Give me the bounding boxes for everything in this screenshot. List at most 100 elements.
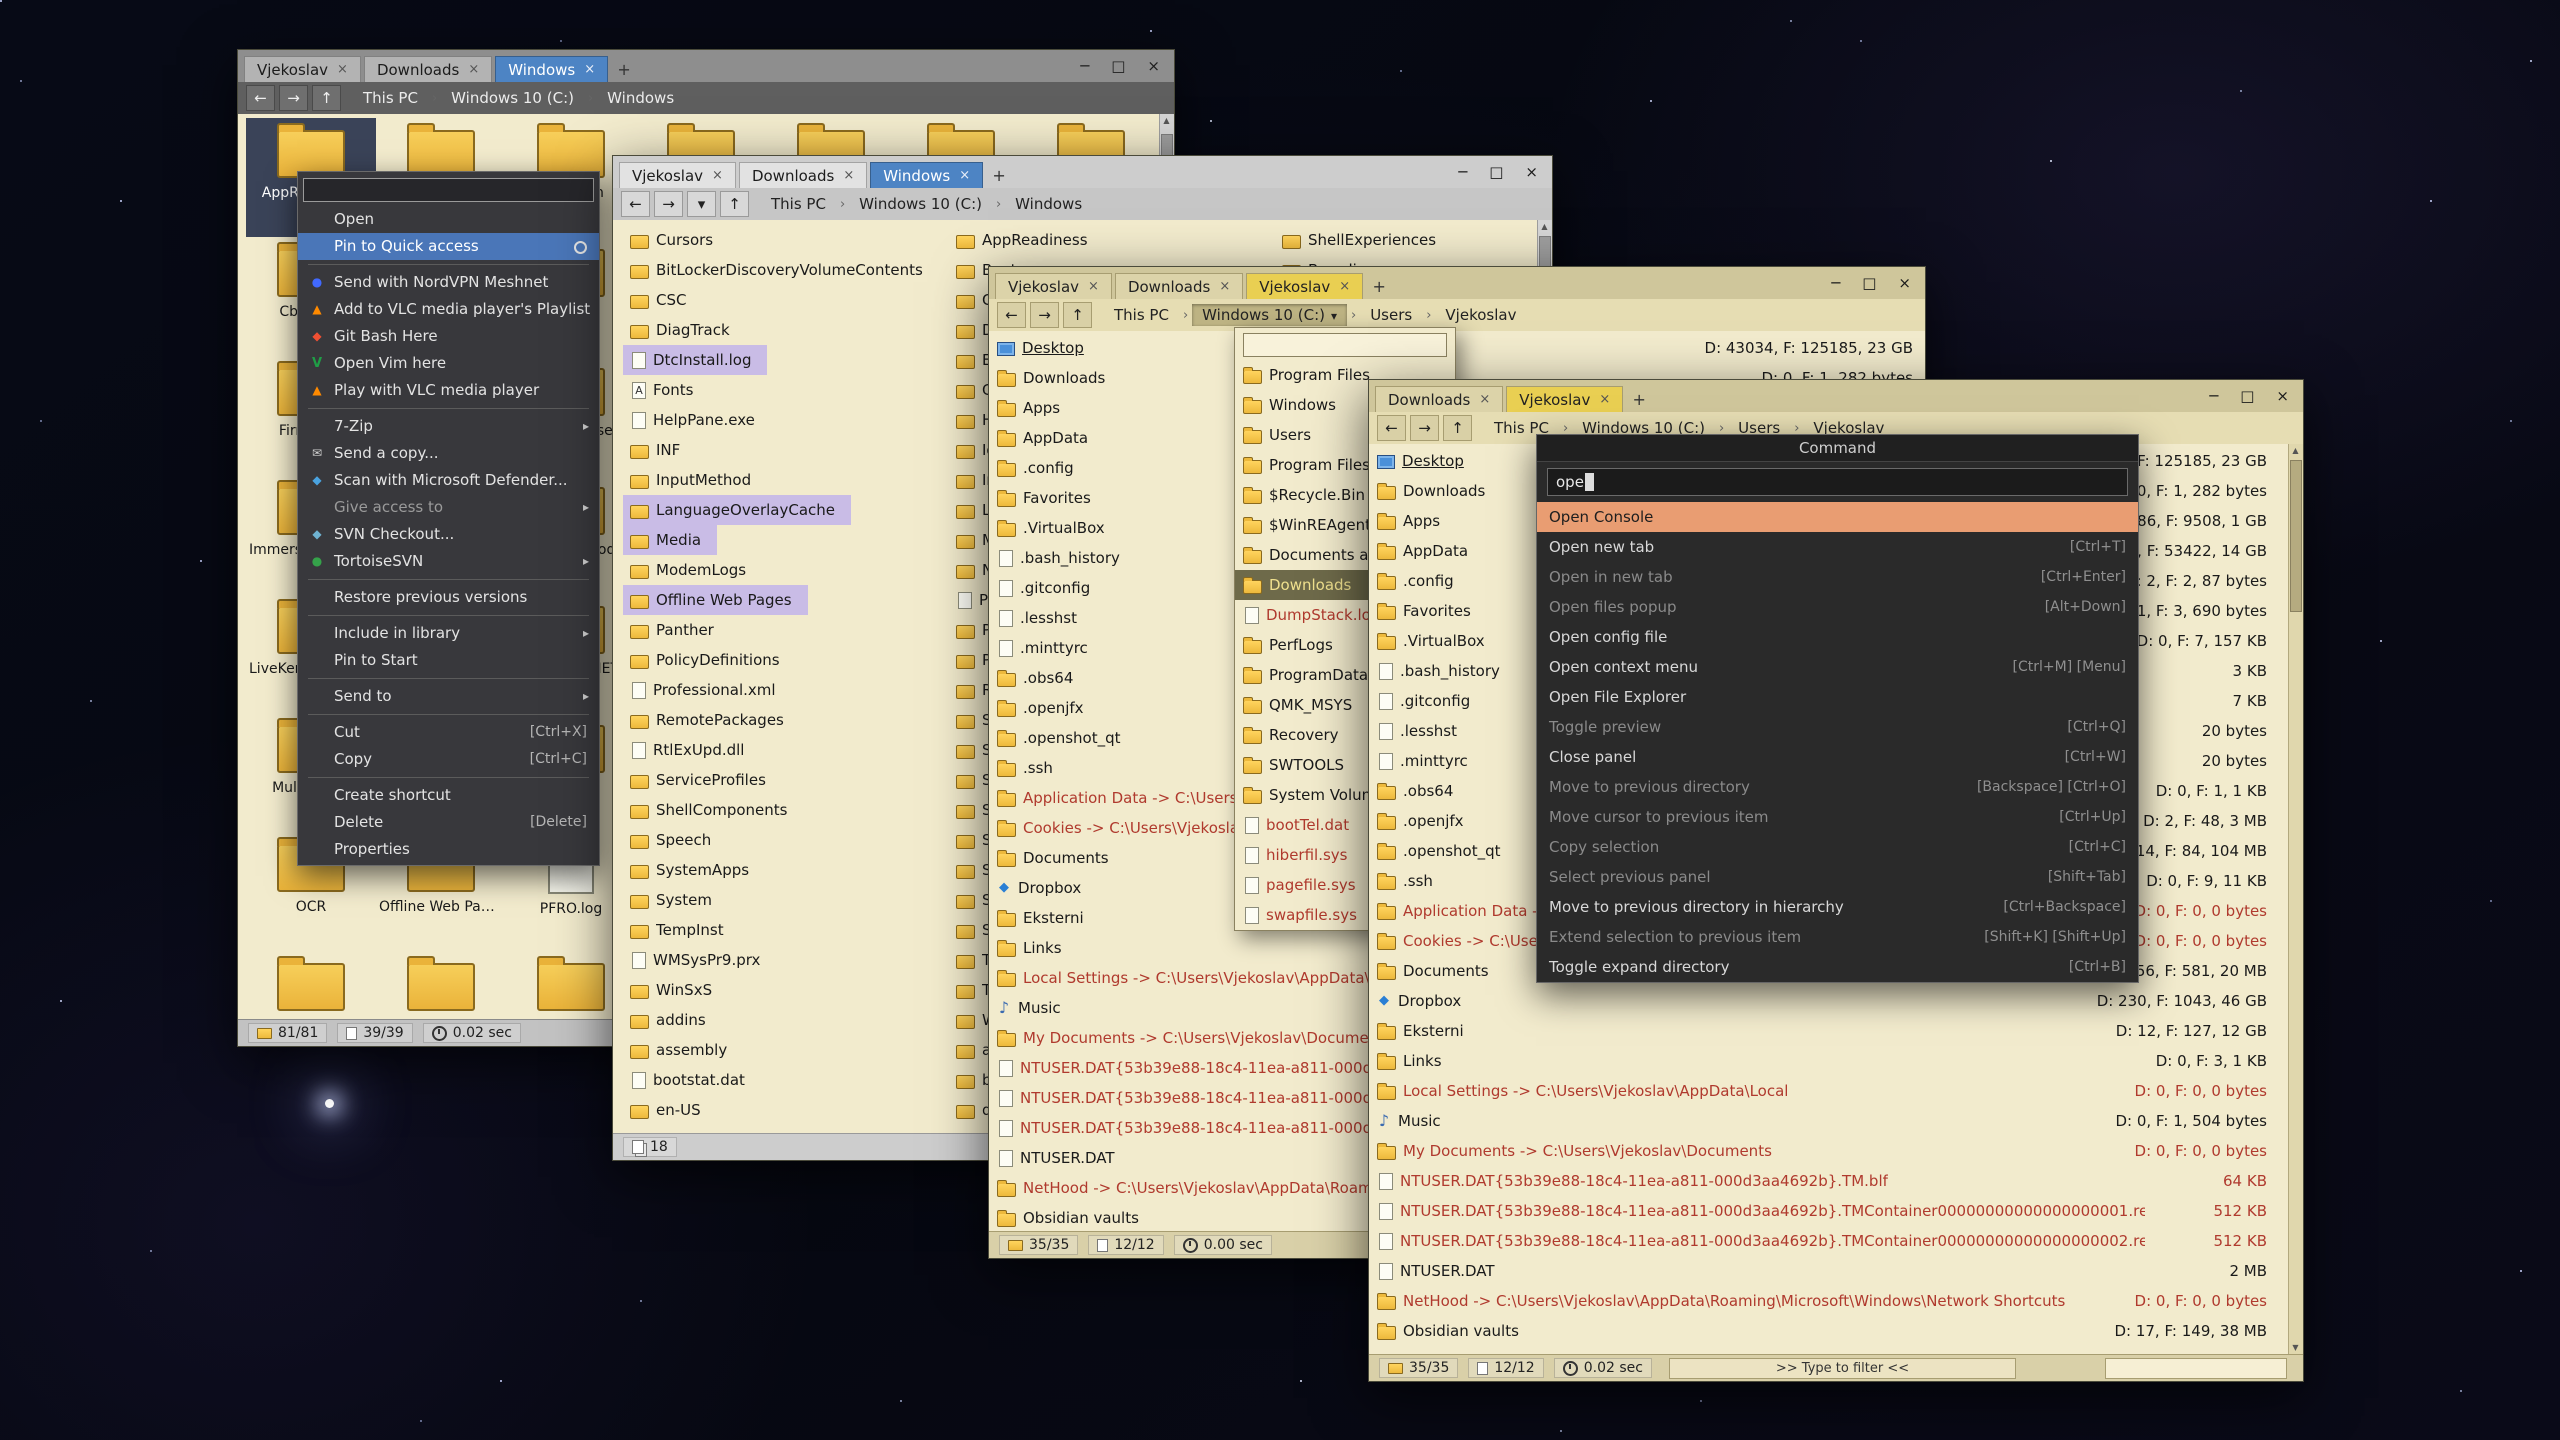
scroll-up-icon[interactable]: ▲: [1160, 114, 1173, 128]
context-menu-item-pin-to-start[interactable]: Pin to Start: [298, 647, 599, 674]
tab-close-icon[interactable]: ×: [1339, 279, 1350, 294]
tab-downloads[interactable]: Downloads×: [1115, 273, 1243, 299]
file-row-csc[interactable]: CSC: [623, 285, 945, 315]
maximize-button[interactable]: □: [1111, 57, 1125, 75]
file-row-tempinst[interactable]: TempInst: [623, 915, 945, 945]
context-menu-item-properties[interactable]: Properties: [298, 836, 599, 863]
file-row-nethood[interactable]: NetHood -> C:\Users\Vjekoslav\AppData\Ro…: [1369, 1286, 2303, 1316]
file-row-modemlogs[interactable]: ModemLogs: [623, 555, 945, 585]
context-menu-item-create-shortcut[interactable]: Create shortcut: [298, 782, 599, 809]
file-row-professional-xml[interactable]: Professional.xml: [623, 675, 945, 705]
file-row-obsidian-vaults[interactable]: Obsidian vaultsD: 17, F: 149, 38 MB: [1369, 1316, 2303, 1346]
command-item-move-to-previous-directory-in-hierarchy[interactable]: Move to previous directory in hierarchy[…: [1537, 892, 2138, 922]
command-item-open-files-popup[interactable]: Open files popup[Alt+Down]: [1537, 592, 2138, 622]
file-row-cursors[interactable]: Cursors: [623, 225, 945, 255]
command-item-close-panel[interactable]: Close panel[Ctrl+W]: [1537, 742, 2138, 772]
up-button[interactable]: ↑: [1063, 302, 1092, 328]
forward-button[interactable]: →: [1030, 302, 1059, 328]
back-button[interactable]: ←: [997, 302, 1026, 328]
status-input[interactable]: [2105, 1358, 2287, 1379]
command-item-open-new-tab[interactable]: Open new tab[Ctrl+T]: [1537, 532, 2138, 562]
rename-input[interactable]: [303, 178, 594, 202]
close-button[interactable]: ×: [2276, 387, 2289, 405]
forward-button[interactable]: →: [279, 85, 308, 111]
command-item-copy-selection[interactable]: Copy selection[Ctrl+C]: [1537, 832, 2138, 862]
file-row-winsxs[interactable]: WinSxS: [623, 975, 945, 1005]
tab-close-icon[interactable]: ×: [468, 62, 479, 77]
file-row-media[interactable]: Media: [623, 525, 717, 555]
breadcrumb-item-this-pc[interactable]: This PC: [761, 193, 836, 215]
grid-item-prefetch[interactable]: Prefetch: [376, 951, 506, 1019]
back-button[interactable]: ←: [246, 85, 275, 111]
command-item-toggle-expand-directory[interactable]: Toggle expand directory[Ctrl+B]: [1537, 952, 2138, 982]
file-row-ntuser-dat-53b39e88-18c4-11ea-a811-000d3[interactable]: NTUSER.DAT{53b39e88-18c4-11ea-a811-000d3…: [1369, 1166, 2303, 1196]
forward-button[interactable]: →: [654, 191, 683, 217]
maximize-button[interactable]: □: [1489, 163, 1503, 181]
file-row-shellcomponents[interactable]: ShellComponents: [623, 795, 945, 825]
file-row-ntuser-dat-53b39e88-18c4-11ea-a811-000d3[interactable]: NTUSER.DAT{53b39e88-18c4-11ea-a811-000d3…: [1369, 1196, 2303, 1226]
tab-close-icon[interactable]: ×: [843, 168, 854, 183]
up-button[interactable]: ↑: [720, 191, 749, 217]
tab-downloads[interactable]: Downloads×: [739, 162, 867, 188]
tab-vjekoslav[interactable]: Vjekoslav×: [1506, 386, 1623, 412]
breadcrumb-item-vjekoslav[interactable]: Vjekoslav: [1435, 304, 1526, 326]
new-tab-button[interactable]: +: [1366, 274, 1392, 299]
file-row-remotepackages[interactable]: RemotePackages: [623, 705, 945, 735]
file-row-links[interactable]: LinksD: 0, F: 3, 1 KB: [1369, 1046, 2303, 1076]
file-row-diagtrack[interactable]: DiagTrack: [623, 315, 945, 345]
tab-downloads[interactable]: Downloads×: [364, 56, 492, 82]
file-row-inf[interactable]: INF: [623, 435, 945, 465]
scroll-up-icon[interactable]: ▲: [2289, 444, 2302, 458]
breadcrumb-item-windows-10-c[interactable]: Windows 10 (C:): [441, 87, 584, 109]
tab-close-icon[interactable]: ×: [1599, 392, 1610, 407]
scroll-down-icon[interactable]: ▼: [2289, 1341, 2302, 1355]
file-row-ntuser-dat-53b39e88-18c4-11ea-a811-000d3[interactable]: NTUSER.DAT{53b39e88-18c4-11ea-a811-000d3…: [1369, 1226, 2303, 1256]
back-button[interactable]: ←: [1377, 415, 1406, 441]
new-tab-button[interactable]: +: [986, 163, 1012, 188]
dropdown-filter-input[interactable]: [1243, 333, 1447, 357]
context-menu-item-send-to[interactable]: Send to▸: [298, 683, 599, 710]
command-item-extend-selection-to-previous-item[interactable]: Extend selection to previous item[Shift+…: [1537, 922, 2138, 952]
file-row-systemapps[interactable]: SystemApps: [623, 855, 945, 885]
tab-close-icon[interactable]: ×: [712, 168, 723, 183]
tab-close-icon[interactable]: ×: [1088, 279, 1099, 294]
up-button[interactable]: ↑: [312, 85, 341, 111]
tab-close-icon[interactable]: ×: [337, 62, 348, 77]
tab-vjekoslav[interactable]: Vjekoslav×: [1246, 273, 1363, 299]
context-menu-item-copy[interactable]: Copy[Ctrl+C]: [298, 746, 599, 773]
file-row-panther[interactable]: Panther: [623, 615, 945, 645]
file-row-rtlexupd-dll[interactable]: RtlExUpd.dll: [623, 735, 945, 765]
minimize-button[interactable]: ─: [1458, 163, 1467, 181]
file-row-addins[interactable]: addins: [623, 1005, 945, 1035]
caret-button[interactable]: ▾: [687, 191, 716, 217]
tab-vjekoslav[interactable]: Vjekoslav×: [244, 56, 361, 82]
tab-close-icon[interactable]: ×: [584, 62, 595, 77]
breadcrumb-item-this-pc[interactable]: This PC: [1104, 304, 1179, 326]
command-item-open-config-file[interactable]: Open config file: [1537, 622, 2138, 652]
file-row-helppane-exe[interactable]: HelpPane.exe: [623, 405, 945, 435]
context-menu-item-open-vim-here[interactable]: VOpen Vim here: [298, 350, 599, 377]
file-row-policydefinitions[interactable]: PolicyDefinitions: [623, 645, 945, 675]
command-item-open-file-explorer[interactable]: Open File Explorer: [1537, 682, 2138, 712]
maximize-button[interactable]: □: [1862, 274, 1876, 292]
file-row-wmsyspr9-prx[interactable]: WMSysPr9.prx: [623, 945, 945, 975]
command-item-move-cursor-to-previous-item[interactable]: Move cursor to previous item[Ctrl+Up]: [1537, 802, 2138, 832]
file-row-appreadiness[interactable]: AppReadiness: [949, 225, 1271, 255]
close-button[interactable]: ×: [1525, 163, 1538, 181]
file-row-en-us[interactable]: en-US: [623, 1095, 945, 1125]
context-menu-item-open[interactable]: Open: [298, 206, 599, 233]
maximize-button[interactable]: □: [2240, 387, 2254, 405]
command-item-move-to-previous-directory[interactable]: Move to previous directory[Backspace] [C…: [1537, 772, 2138, 802]
minimize-button[interactable]: ─: [1831, 274, 1840, 292]
context-menu-item-cut[interactable]: Cut[Ctrl+X]: [298, 719, 599, 746]
command-item-select-previous-panel[interactable]: Select previous panel[Shift+Tab]: [1537, 862, 2138, 892]
file-row-speech[interactable]: Speech: [623, 825, 945, 855]
context-menu-item-scan-with-microsoft-defender[interactable]: ◆Scan with Microsoft Defender...: [298, 467, 599, 494]
context-menu-item-pin-to-quick-access[interactable]: Pin to Quick access: [298, 233, 599, 260]
minimize-button[interactable]: ─: [1080, 57, 1089, 75]
context-menu-item-svn-checkout[interactable]: ◆SVN Checkout...: [298, 521, 599, 548]
breadcrumb-item-windows-10-c[interactable]: Windows 10 (C:)▾: [1192, 304, 1347, 326]
file-row-fonts[interactable]: AFonts: [623, 375, 945, 405]
context-menu-item-give-access-to[interactable]: Give access to▸: [298, 494, 599, 521]
tab-close-icon[interactable]: ×: [1479, 392, 1490, 407]
